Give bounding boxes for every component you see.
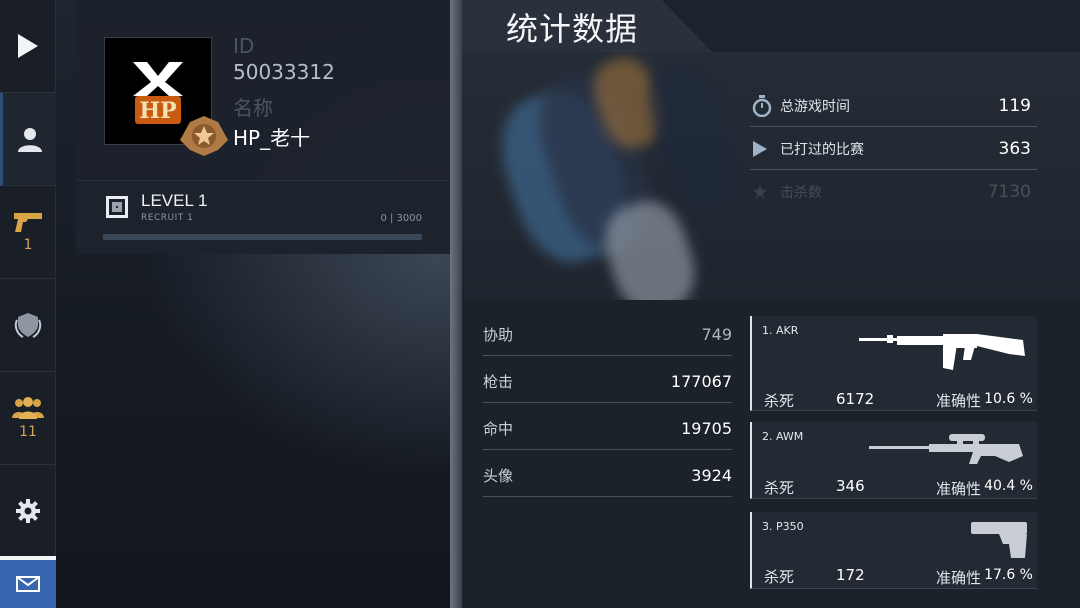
stat-value: 3924 (691, 466, 732, 485)
team-count: 11 (19, 424, 37, 440)
stat-value: 7130 (987, 182, 1031, 202)
kills-value: 6172 (836, 390, 875, 408)
stat-matches-played: 已打过的比赛 363 (750, 128, 1037, 170)
weapon-card-akr[interactable]: 1. AKR 杀死 6172 准确性 10.6 % (750, 316, 1037, 411)
level-panel: LEVEL 1 RECRUIT 1 0 | 3000 (76, 180, 450, 254)
stats-title: 统计数据 (506, 10, 639, 48)
gear-icon (16, 498, 40, 523)
stat-label: 枪击 (483, 373, 514, 391)
accuracy-value: 40.4 % (984, 478, 1033, 494)
mail-icon (16, 576, 40, 592)
stat-value: 177067 (670, 372, 732, 391)
stat-value: 119 (998, 95, 1031, 116)
star-icon (753, 185, 767, 199)
stat-value: 19705 (681, 419, 732, 438)
weapons-count: 1 (23, 237, 33, 253)
sidebar: 1 11 (0, 0, 56, 608)
accuracy-label: 准确性 (936, 480, 982, 498)
kills-value: 172 (836, 566, 865, 584)
stat-row-headshots: 头像 3924 (483, 455, 732, 497)
team-icon (12, 397, 44, 419)
sidebar-item-settings[interactable] (0, 465, 56, 556)
weapon-name: 3. P350 (762, 520, 804, 533)
rifle-icon (859, 334, 1025, 370)
name-label: 名称 (233, 96, 273, 120)
sniper-rifle-icon (869, 434, 1023, 464)
accuracy-label: 准确性 (936, 392, 982, 410)
kills-label: 杀死 (764, 568, 795, 586)
stat-label: 协助 (483, 326, 514, 344)
stat-kills: 击杀数 7130 (750, 171, 1037, 213)
stat-label: 命中 (483, 420, 514, 438)
level-rank-name: RECRUIT 1 (141, 213, 194, 223)
sidebar-item-rank[interactable] (0, 279, 56, 372)
stat-label: 击杀数 (780, 185, 822, 201)
stat-label: 头像 (483, 467, 514, 485)
weapon-card-p350[interactable]: 3. P350 杀死 172 准确性 17.6 % (750, 512, 1037, 589)
stat-value: 363 (998, 138, 1031, 159)
player-name: HP_老十 (233, 126, 311, 150)
xp-text: 0 | 3000 (380, 213, 422, 224)
sidebar-item-weapons[interactable]: 1 (0, 186, 56, 279)
stat-label: 已打过的比赛 (780, 141, 864, 158)
stat-row-assists: 协助 749 (483, 314, 732, 356)
stat-play-time: 总游戏时间 119 (750, 85, 1037, 127)
id-label: ID (233, 34, 255, 58)
kills-label: 杀死 (764, 479, 795, 497)
avatar-text: HP (139, 98, 176, 124)
id-value: 50033312 (233, 60, 335, 84)
pistol-icon (971, 522, 1027, 558)
stats-detail: 协助 749 枪击 177067 命中 19705 头像 3924 1. AKR (462, 300, 1080, 608)
profile-icon (17, 128, 42, 152)
sidebar-item-profile[interactable] (0, 93, 56, 186)
stats-panel: 统计数据 总游戏时间 119 已打过的比赛 363 击杀数 7130 协助 74… (462, 0, 1080, 608)
stat-row-hits: 命中 19705 (483, 408, 732, 450)
weapon-name: 2. AWM (762, 430, 804, 443)
panel-divider (450, 0, 462, 608)
pistol-icon (14, 213, 42, 232)
xp-progress-bar (103, 234, 422, 240)
stat-label: 总游戏时间 (780, 98, 850, 115)
header-slant (662, 0, 1080, 52)
profile-panel: HP ID 50033312 名称 HP_老十 LEVEL 1 RECRUIT … (76, 0, 450, 254)
sidebar-item-play[interactable] (0, 0, 56, 93)
accuracy-label: 准确性 (936, 569, 982, 587)
kills-label: 杀死 (764, 392, 795, 410)
shield-icon (14, 313, 42, 338)
level-rank-icon (106, 196, 128, 218)
stat-value: 749 (701, 325, 732, 344)
accuracy-value: 10.6 % (984, 391, 1033, 407)
kills-value: 346 (836, 477, 865, 495)
accuracy-value: 17.6 % (984, 567, 1033, 583)
play-icon (753, 140, 767, 157)
level-title: LEVEL 1 (141, 191, 208, 210)
rank-emblem-icon (180, 116, 228, 156)
weapon-name: 1. AKR (762, 324, 799, 337)
stat-row-shots: 枪击 177067 (483, 361, 732, 403)
weapon-card-awm[interactable]: 2. AWM 杀死 346 准确性 40.4 % (750, 422, 1037, 499)
play-icon (18, 34, 38, 58)
mail-button[interactable] (0, 556, 56, 608)
sidebar-item-team[interactable]: 11 (0, 372, 56, 465)
stats-banner: 总游戏时间 119 已打过的比赛 363 击杀数 7130 (462, 50, 1080, 322)
stopwatch-icon (752, 94, 772, 117)
